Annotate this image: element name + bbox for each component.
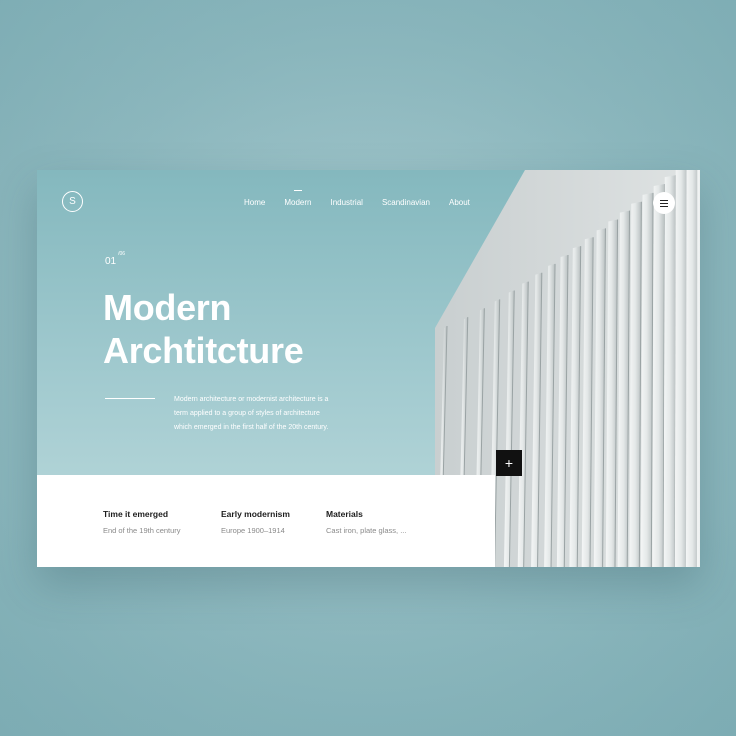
- info-value: Europe 1900–1914: [221, 526, 285, 535]
- brand-logo[interactable]: S: [62, 191, 83, 212]
- building-fin: [663, 175, 677, 567]
- info-label: Materials: [326, 509, 363, 519]
- slide-total: /06: [118, 251, 126, 257]
- slide-counter: 01/06: [105, 251, 125, 269]
- info-item-time: Time it emerged End of the 19th century: [103, 509, 181, 535]
- hamburger-icon: [660, 205, 668, 207]
- nav-item-industrial[interactable]: Industrial: [330, 198, 362, 207]
- page-title-line2: Archtitcture: [103, 330, 304, 371]
- hero-description: Modern architecture or modernist archite…: [174, 393, 354, 435]
- info-label: Early modernism: [221, 509, 290, 519]
- building-fin: [652, 183, 665, 567]
- page-title-line1: Modern: [103, 287, 232, 328]
- hero-description-line: term applied to a group of styles of arc…: [174, 410, 320, 417]
- hero-description-line: which emerged in the first half of the 2…: [174, 424, 329, 431]
- building-fin: [674, 170, 688, 567]
- info-value: Cast iron, plate glass, ...: [326, 526, 407, 535]
- decorative-divider: [105, 398, 155, 399]
- info-label: Time it emerged: [103, 509, 169, 519]
- building-fin: [697, 170, 700, 567]
- page-title: Modern Archtitcture: [103, 286, 304, 372]
- website-mockup: S Home Modern Industrial Scandinavian Ab…: [37, 170, 700, 567]
- plus-icon: +: [504, 455, 514, 471]
- info-item-early-modernism: Early modernism Europe 1900–1914: [221, 509, 290, 535]
- info-item-materials: Materials Cast iron, plate glass, ...: [326, 509, 406, 535]
- building-fin: [685, 170, 699, 567]
- menu-button[interactable]: [653, 192, 675, 214]
- hero-description-line: Modern architecture or modernist archite…: [174, 396, 329, 403]
- info-value: End of the 19th century: [103, 526, 181, 535]
- hamburger-icon: [660, 199, 668, 201]
- info-panel: Time it emerged End of the 19th century …: [37, 475, 495, 567]
- nav-item-modern[interactable]: Modern: [284, 198, 311, 207]
- hamburger-icon: [660, 202, 668, 204]
- nav-item-about[interactable]: About: [449, 198, 470, 207]
- plus-button[interactable]: +: [496, 450, 522, 476]
- main-nav: Home Modern Industrial Scandinavian Abou…: [244, 198, 489, 207]
- nav-item-scandinavian[interactable]: Scandinavian: [382, 198, 430, 207]
- slide-current: 01: [105, 256, 117, 267]
- nav-item-home[interactable]: Home: [244, 198, 265, 207]
